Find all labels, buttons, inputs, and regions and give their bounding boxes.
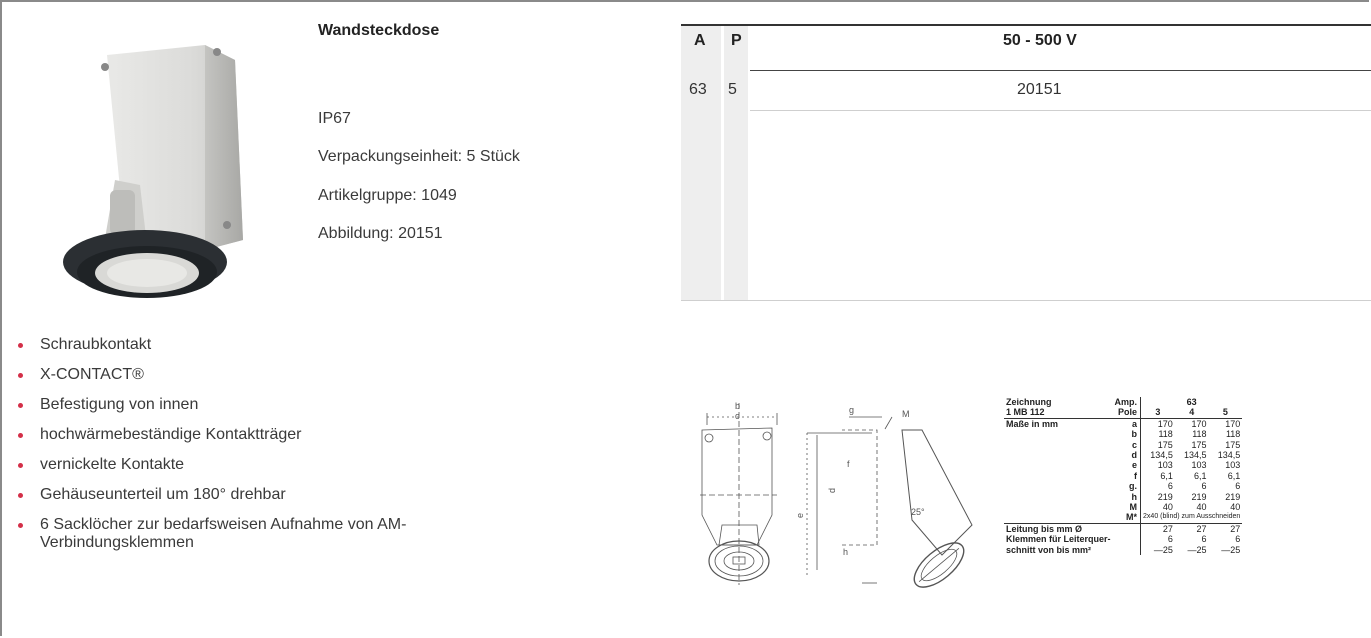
- dim-row-c: c 175 175 175: [1004, 439, 1242, 451]
- cell-ampere: 63: [689, 81, 707, 98]
- packaging-unit: Verpackungseinheit: 5 Stück: [318, 148, 520, 165]
- cell-poles: 5: [728, 81, 737, 98]
- bullet-icon: [18, 343, 23, 348]
- voltage-rule: [750, 70, 1371, 71]
- spec-table: A P 50 - 500 V 63 5 20151: [681, 24, 1371, 301]
- feature-item: hochwärmebeständige Kontaktträger: [0, 426, 560, 444]
- label-e: e: [795, 513, 805, 518]
- feature-item: Schraubkontakt: [0, 336, 560, 354]
- pole-label: Pole: [1112, 407, 1142, 419]
- dim-row-b: b 118 118 118: [1004, 429, 1242, 440]
- pole-3: 3: [1140, 407, 1175, 419]
- table-bottom-rule: [681, 300, 1371, 301]
- product-image: [63, 45, 243, 298]
- pole-5: 5: [1208, 407, 1243, 419]
- dim-row-d: d 134,5 134,5 134,5: [1004, 450, 1242, 461]
- table-top-rule: [681, 24, 1371, 26]
- product-title: Wandsteckdose: [318, 22, 440, 39]
- dim-row-cable: Leitung bis mm Ø 27 27 27: [1006, 523, 1241, 535]
- drawing-number: 1 MB 112: [1004, 407, 1113, 419]
- bullet-icon: [18, 463, 23, 468]
- bullet-icon: [18, 433, 23, 438]
- bullet-icon: [18, 493, 23, 498]
- feature-item: 6 Sacklöcher zur bedarfsweisen Aufnahme …: [0, 516, 510, 552]
- article-group: Artikelgruppe: 1049: [318, 187, 457, 204]
- feature-item: Befestigung von innen: [0, 396, 560, 414]
- dim-row-g: g. 6 6 6: [1004, 481, 1242, 492]
- label-g: g: [849, 405, 854, 415]
- pole-4: 4: [1174, 407, 1209, 419]
- label-h: h: [843, 547, 848, 557]
- row-rule: [750, 110, 1371, 111]
- label-d: d: [827, 488, 837, 493]
- dimension-table: Zeichnung Amp. 63 1 MB 112 Pole 3 4 5 Ma…: [1004, 397, 1243, 556]
- label-m: M: [902, 409, 910, 419]
- bullet-icon: [18, 373, 23, 378]
- dim-row-m-star: M* 2x40 (blind) zum Ausschneiden: [1004, 512, 1243, 524]
- dim-row-m: M 40 40 40: [1004, 502, 1242, 513]
- drawing-label: Zeichnung: [1006, 397, 1052, 407]
- dim-row-h: h 219 219 219: [1004, 491, 1242, 503]
- column-a-shade: [681, 24, 721, 301]
- feature-list: Schraubkontakt X-CONTACT® Befestigung vo…: [0, 336, 560, 564]
- dim-row-a: Maße in mm a 170 170 170: [1006, 418, 1241, 430]
- feature-item: Gehäuseunterteil um 180° drehbar: [0, 486, 560, 504]
- cell-article-number[interactable]: 20151: [1017, 81, 1062, 99]
- header-a: A: [694, 32, 706, 49]
- technical-drawing: b c g M d e f 25° h: [700, 401, 973, 588]
- dim-row-terminals: Klemmen für Leiterquer- 666: [1006, 534, 1241, 545]
- bullet-icon: [18, 403, 23, 408]
- header-voltage: 50 - 500 V: [1003, 32, 1077, 49]
- dim-row-e: e 103 103 103: [1004, 460, 1242, 471]
- label-f: f: [847, 459, 850, 469]
- amp-value: 63: [1186, 397, 1197, 407]
- label-angle: 25°: [911, 507, 925, 517]
- figure-number: Abbildung: 20151: [318, 225, 443, 242]
- amp-label: Amp.: [1112, 397, 1142, 408]
- feature-item: X-CONTACT®: [0, 366, 560, 384]
- dim-row-f: f 6,1 6,1 6,1: [1004, 470, 1242, 482]
- protection-rating: IP67: [318, 110, 351, 127]
- column-p-shade: [724, 24, 748, 301]
- bullet-icon: [18, 523, 23, 528]
- feature-item: vernickelte Kontakte: [0, 456, 560, 474]
- measure-label: Maße in mm: [1006, 418, 1059, 429]
- header-p: P: [731, 32, 742, 49]
- dim-row-terminals-range: schnitt von bis mm² —25 —25 —25: [1006, 544, 1241, 556]
